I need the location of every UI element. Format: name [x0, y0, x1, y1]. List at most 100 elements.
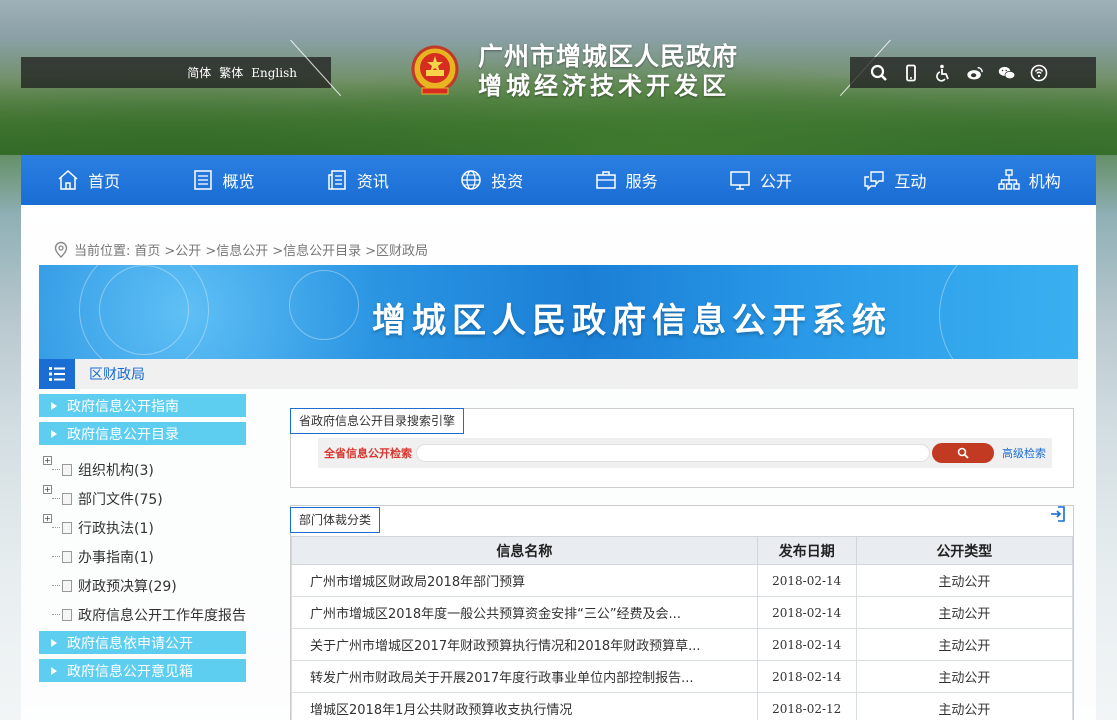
list-menu-icon[interactable]: [39, 359, 75, 389]
menu-label: 政府信息依申请公开: [67, 635, 193, 652]
home-icon: [58, 169, 78, 190]
document-icon: [62, 492, 72, 505]
tree-connector: [52, 527, 60, 528]
search-icon[interactable]: [870, 64, 888, 82]
site-title: 广州市增城区人民政府 增城经济技术开发区: [478, 42, 738, 100]
nav-item-overview[interactable]: 概览: [179, 168, 267, 192]
accessibility-icon[interactable]: [934, 64, 952, 82]
wechat-icon[interactable]: [998, 64, 1016, 82]
table-row: 转发广州市财政局关于开展2017年度行政事业单位内部控制报告... 2018-0…: [291, 660, 1074, 693]
row-title-link[interactable]: 增城区2018年1月公共财政预算收支执行情况: [291, 692, 758, 720]
nav-label: 投资: [491, 172, 524, 191]
menu-label: 政府信息公开目录: [67, 426, 179, 443]
row-date: 2018-02-14: [756, 596, 857, 629]
row-title-link[interactable]: 广州市增城区财政局2018年部门预算: [291, 564, 758, 597]
nav-label: 服务: [625, 172, 658, 191]
row-type: 主动公开: [855, 564, 1074, 597]
chat-icon: [864, 171, 885, 191]
mobile-icon[interactable]: [902, 64, 920, 82]
national-emblem-icon: [411, 45, 459, 95]
nav-item-home[interactable]: 首页: [44, 168, 132, 192]
row-title-link[interactable]: 关于广州市增城区2017年财政预算执行情况和2018年财政预算草...: [291, 628, 758, 661]
tree-item-label: 部门文件(75): [78, 491, 163, 508]
menu-catalog[interactable]: 政府信息公开目录: [39, 422, 246, 445]
row-type: 主动公开: [855, 596, 1074, 629]
nav-item-org[interactable]: 机构: [985, 168, 1073, 192]
nav-item-interact[interactable]: 互动: [850, 168, 938, 192]
nav-label: 公开: [760, 172, 793, 191]
lang-traditional-link[interactable]: 繁体: [219, 64, 243, 81]
tree-item-label: 财政预决算(29): [78, 578, 177, 595]
location-pin-icon: [54, 241, 68, 258]
table-header-row: 信息名称 发布日期 公开类型: [291, 536, 1074, 565]
nav-item-public[interactable]: 公开: [716, 168, 804, 192]
triangle-right-icon: [51, 638, 57, 647]
breadcrumb-catalog[interactable]: >信息公开目录: [272, 240, 361, 259]
nav-item-news[interactable]: 资讯: [313, 168, 401, 192]
tree-connector: [52, 585, 60, 586]
triangle-right-icon: [51, 401, 57, 410]
row-title-link[interactable]: 广州市增城区2018年度一般公共预算资金安排“三公”经费及会...: [291, 596, 758, 629]
tree-connector: [52, 498, 60, 499]
nav-item-service[interactable]: 服务: [582, 168, 670, 192]
nav-label: 机构: [1028, 172, 1061, 191]
nav-label: 互动: [894, 172, 927, 191]
menu-label: 政府信息公开指南: [67, 398, 179, 415]
lang-english-link[interactable]: English: [251, 66, 297, 80]
tree-item[interactable]: 办事指南(1): [44, 542, 254, 571]
tree-item[interactable]: + 组织机构(3): [43, 455, 254, 484]
search-input[interactable]: [416, 444, 930, 462]
menu-feedback[interactable]: 政府信息公开意见箱: [39, 659, 246, 682]
weibo-icon[interactable]: [966, 64, 984, 82]
breadcrumb-info-public[interactable]: >信息公开: [205, 240, 268, 259]
catalog-tree: + 组织机构(3) + 部门文件(75) + 行政执法(1) 办事指南(1) 财…: [43, 455, 254, 629]
advanced-search-link[interactable]: 高级检索: [1002, 445, 1046, 461]
search-button[interactable]: [932, 443, 994, 463]
language-bar: 简体 繁体 English: [21, 57, 331, 88]
document-icon: [62, 608, 72, 621]
nav-item-invest[interactable]: 投资: [447, 168, 535, 192]
tree-item[interactable]: 政府信息公开工作年度报告: [44, 600, 254, 629]
row-title-link[interactable]: 转发广州市财政局关于开展2017年度行政事业单位内部控制报告...: [291, 660, 758, 693]
department-bar: 区财政局: [39, 359, 1078, 389]
row-date: 2018-02-12: [756, 692, 857, 720]
table-row: 增城区2018年1月公共财政预算收支执行情况 2018-02-12 主动公开: [291, 692, 1074, 720]
expand-icon[interactable]: +: [43, 456, 52, 465]
tree-connector: [52, 469, 60, 470]
expand-icon[interactable]: +: [43, 514, 52, 523]
tree-item-label: 行政执法(1): [78, 520, 154, 537]
tree-item[interactable]: + 部门文件(75): [43, 484, 254, 513]
overview-icon: [193, 170, 212, 190]
tree-connector: [52, 614, 60, 615]
category-tab[interactable]: 部门体裁分类: [290, 507, 381, 533]
tree-item-label: 办事指南(1): [78, 549, 154, 566]
breadcrumb-finance-bureau[interactable]: >区财政局: [365, 240, 428, 259]
tree-item[interactable]: 财政预决算(29): [44, 571, 254, 600]
menu-apply[interactable]: 政府信息依申请公开: [39, 631, 246, 654]
main-nav: 首页 概览 资讯 投资 服务 公开 互动 机构: [21, 155, 1096, 205]
column-header-date: 发布日期: [756, 536, 857, 565]
menu-guide[interactable]: 政府信息公开指南: [39, 394, 246, 417]
search-tab[interactable]: 省政府信息公开目录搜索引擎: [290, 408, 465, 434]
lang-simplified-link[interactable]: 简体: [187, 64, 211, 81]
department-name: 区财政局: [89, 367, 145, 383]
breadcrumb-public[interactable]: >公开: [164, 240, 201, 259]
table-row: 广州市增城区2018年度一般公共预算资金安排“三公”经费及会... 2018-0…: [291, 596, 1074, 629]
breadcrumb: 当前位置: 首页 >公开 >信息公开 >信息公开目录 >区财政局: [52, 240, 428, 259]
briefcase-icon: [595, 171, 616, 189]
triangle-right-icon: [51, 429, 57, 438]
row-date: 2018-02-14: [756, 564, 857, 597]
row-type: 主动公开: [855, 660, 1074, 693]
breadcrumb-home[interactable]: 首页: [134, 240, 160, 259]
expand-icon[interactable]: +: [43, 485, 52, 494]
voice-icon[interactable]: [1030, 64, 1048, 82]
column-header-name: 信息名称: [291, 536, 758, 565]
site-title-line2: 增城经济技术开发区: [478, 71, 730, 100]
row-type: 主动公开: [855, 628, 1074, 661]
search-icon: [957, 447, 969, 459]
banner-title: 增城区人民政府信息公开系统: [372, 301, 892, 341]
tree-item[interactable]: + 行政执法(1): [43, 513, 254, 542]
document-icon: [62, 463, 72, 476]
document-icon: [62, 550, 72, 563]
exit-icon[interactable]: [1049, 505, 1067, 523]
